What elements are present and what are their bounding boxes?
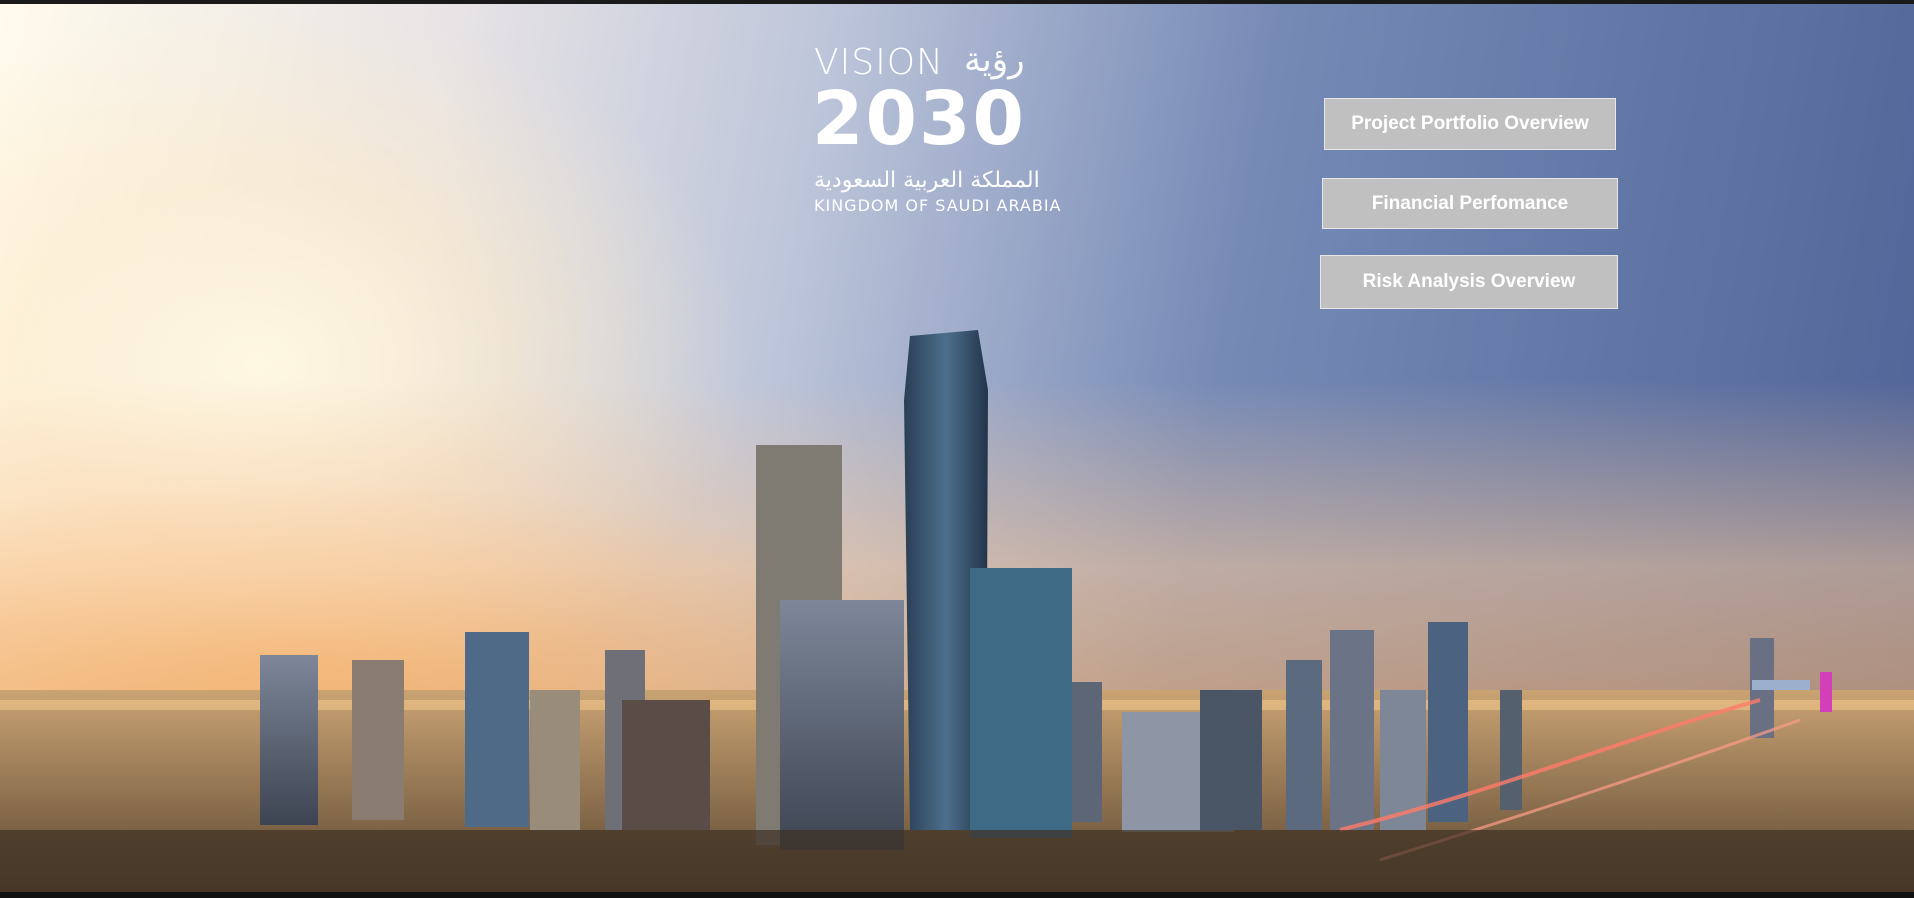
logo-arabic-kingdom-text: المملكة العربية السعودية: [814, 168, 1040, 193]
project-portfolio-overview-button[interactable]: Project Portfolio Overview: [1324, 98, 1616, 150]
vision-2030-logo: VISION رؤية 2030 المملكة العربية السعودي…: [812, 40, 1074, 220]
logo-year-text: 2030: [812, 76, 1026, 162]
riyadh-skyline-image: [0, 330, 1914, 892]
financial-performance-button[interactable]: Financial Perfomance: [1322, 178, 1618, 229]
logo-kingdom-text: KINGDOM OF SAUDI ARABIA: [814, 196, 1062, 215]
bottom-border: [0, 892, 1914, 898]
dashboard-landing: VISION رؤية 2030 المملكة العربية السعودي…: [0, 0, 1914, 898]
risk-analysis-overview-button[interactable]: Risk Analysis Overview: [1320, 255, 1618, 309]
logo-arabic-vision-text: رؤية: [964, 40, 1025, 80]
